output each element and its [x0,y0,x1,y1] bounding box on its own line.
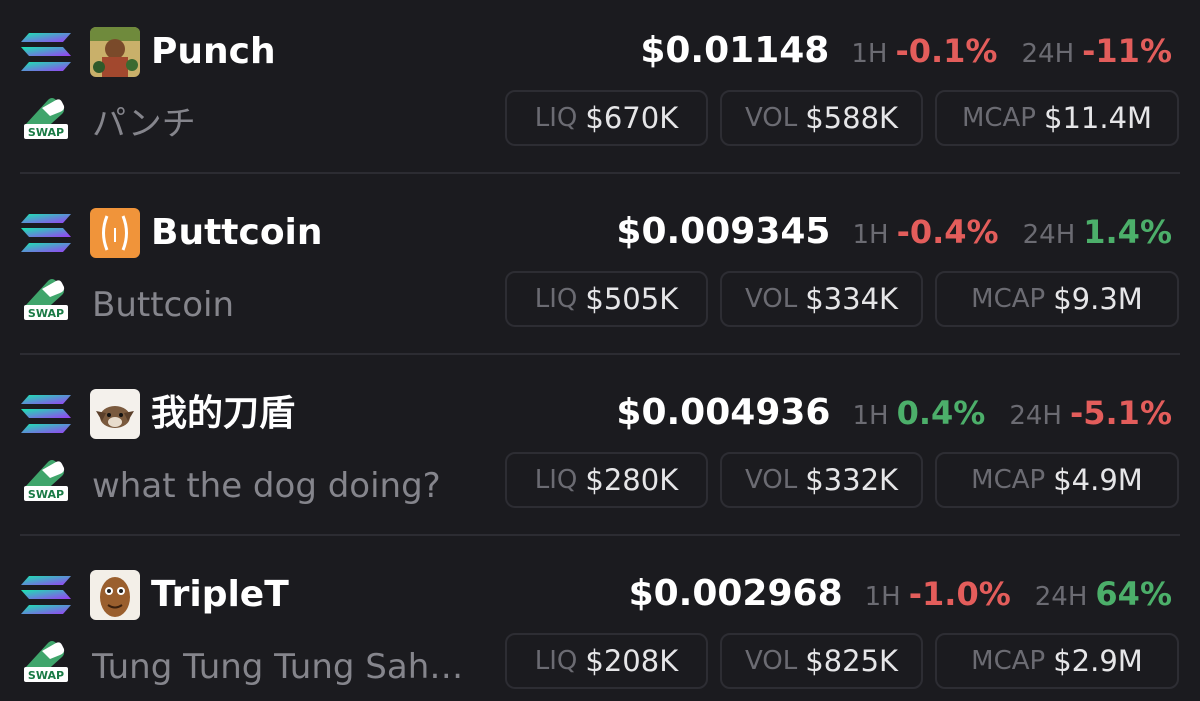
mcap-value: $9.3M [1053,282,1143,316]
token-row[interactable]: TripleT $0.002968 1H -1.0% 24H 64% SWAP … [0,543,1200,701]
swap-icon[interactable]: SWAP [22,275,70,321]
swap-icon[interactable]: SWAP [22,456,70,502]
market-cap-pill: MCAP $11.4M [935,90,1179,146]
token-row[interactable]: 我的刀盾 $0.004936 1H 0.4% 24H -5.1% SWAP wh… [0,362,1200,543]
mcap-label: MCAP [971,284,1046,314]
price-line: $0.002968 1H -1.0% 24H 64% [628,573,1172,614]
mcap-value: $2.9M [1053,644,1143,678]
vol-value: $334K [805,282,899,316]
buttcoin-avatar [90,208,140,258]
vol-value: $332K [805,463,899,497]
vol-value: $588K [805,101,899,135]
liquidity-pill: LIQ $208K [505,633,708,689]
solana-icon [21,576,71,614]
mcap-value: $11.4M [1044,101,1153,135]
liq-label: LIQ [534,646,578,676]
market-cap-pill: MCAP $2.9M [935,633,1179,689]
swap-badge-text: SWAP [28,307,64,320]
price-line: $0.009345 1H -0.4% 24H 1.4% [616,211,1172,252]
solana-icon [21,214,71,252]
change-24h: -11% [1082,32,1172,70]
timeframe-24h-label: 24H [1021,39,1075,69]
dog-avatar [90,389,140,439]
liq-value: $670K [585,101,679,135]
change-1h: -0.4% [896,213,999,251]
token-name: Buttcoin [151,212,323,253]
liq-label: LIQ [534,284,578,314]
row-divider [20,172,1180,174]
swap-icon[interactable]: SWAP [22,637,70,683]
wooden-figure-avatar [90,570,140,620]
vol-value: $825K [805,644,899,678]
swap-badge-text: SWAP [28,126,64,139]
token-row[interactable]: Buttcoin $0.009345 1H -0.4% 24H 1.4% SWA… [0,181,1200,362]
volume-pill: VOL $334K [720,271,923,327]
timeframe-24h-label: 24H [1009,401,1062,431]
vol-label: VOL [744,284,798,314]
token-price: $0.004936 [616,392,831,433]
mcap-label: MCAP [971,646,1046,676]
change-24h: 64% [1095,575,1172,613]
token-row[interactable]: Punch $0.01148 1H -0.1% 24H -11% SWAP パン… [0,0,1200,181]
token-subname: Buttcoin [92,285,235,325]
swap-icon[interactable]: SWAP [22,94,70,140]
liq-label: LIQ [534,465,578,495]
volume-pill: VOL $332K [720,452,923,508]
timeframe-1h-label: 1H [864,582,901,612]
price-line: $0.01148 1H -0.1% 24H -11% [640,30,1172,71]
change-1h: -0.1% [895,32,998,70]
change-24h: -5.1% [1069,394,1172,432]
token-list: Punch $0.01148 1H -0.1% 24H -11% SWAP パン… [0,0,1200,701]
swap-badge-text: SWAP [28,488,64,501]
timeframe-1h-label: 1H [852,401,889,431]
row-divider [20,534,1180,536]
liquidity-pill: LIQ $505K [505,271,708,327]
volume-pill: VOL $588K [720,90,923,146]
change-24h: 1.4% [1083,213,1172,251]
mcap-label: MCAP [971,465,1046,495]
solana-icon [21,33,71,71]
liq-label: LIQ [534,103,578,133]
token-name: Punch [151,31,276,72]
token-price: $0.009345 [616,211,831,252]
token-subname: Tung Tung Tung Sah… [92,647,464,687]
volume-pill: VOL $825K [720,633,923,689]
liquidity-pill: LIQ $670K [505,90,708,146]
liquidity-pill: LIQ $280K [505,452,708,508]
vol-label: VOL [744,646,798,676]
mcap-value: $4.9M [1053,463,1143,497]
liq-value: $505K [585,282,679,316]
punch-art-avatar [90,27,140,77]
change-1h: 0.4% [896,394,986,432]
token-price: $0.01148 [640,30,830,71]
token-subname: what the dog doing? [92,466,441,506]
change-1h: -1.0% [908,575,1011,613]
timeframe-24h-label: 24H [1034,582,1088,612]
token-name: 我的刀盾 [151,393,296,434]
liq-value: $208K [585,644,679,678]
liq-value: $280K [585,463,679,497]
token-subname: パンチ [92,104,196,144]
timeframe-1h-label: 1H [851,39,888,69]
market-cap-pill: MCAP $9.3M [935,271,1179,327]
row-divider [20,353,1180,355]
vol-label: VOL [744,465,798,495]
token-price: $0.002968 [628,573,843,614]
price-line: $0.004936 1H 0.4% 24H -5.1% [616,392,1172,433]
solana-icon [21,395,71,433]
mcap-label: MCAP [961,103,1036,133]
market-cap-pill: MCAP $4.9M [935,452,1179,508]
timeframe-1h-label: 1H [852,220,889,250]
vol-label: VOL [744,103,798,133]
swap-badge-text: SWAP [28,669,64,682]
token-name: TripleT [151,574,289,615]
timeframe-24h-label: 24H [1022,220,1076,250]
